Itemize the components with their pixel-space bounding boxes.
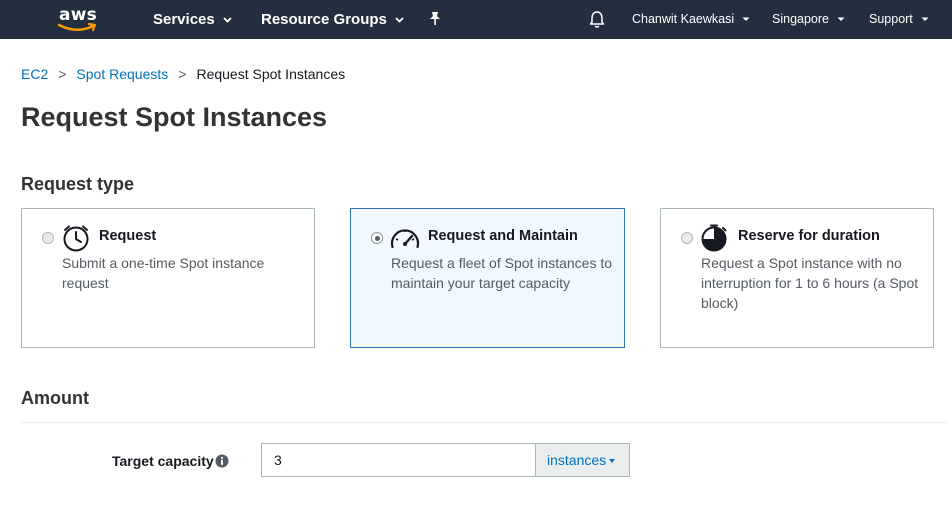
request-radio[interactable] <box>42 232 54 244</box>
reserve-for-duration-option-title: Reserve for duration <box>738 228 880 244</box>
breadcrumb-separator: > <box>178 66 187 82</box>
request-and-maintain-option-title: Request and Maintain <box>428 228 578 244</box>
top-navigation-bar: aws Services Resource Groups Chanwit Kae… <box>0 0 952 39</box>
breadcrumb: EC2 > Spot Requests > Request Spot Instances <box>21 66 345 82</box>
request-option-description: Submit a one-time Spot instance request <box>62 255 265 291</box>
region-menu[interactable]: Singapore <box>772 0 845 39</box>
chevron-down-icon <box>837 17 845 22</box>
chevron-down-icon <box>921 17 929 22</box>
request-type-heading: Request type <box>21 174 135 194</box>
breadcrumb-current: Request Spot Instances <box>196 66 346 82</box>
chevron-down-icon <box>395 17 404 23</box>
resource-groups-menu[interactable]: Resource Groups <box>261 0 404 39</box>
aws-smile-icon <box>57 22 97 32</box>
reserve-for-duration-radio[interactable] <box>681 232 693 244</box>
services-label: Services <box>153 11 215 28</box>
amount-divider <box>21 422 948 423</box>
target-capacity-label: Target capacity <box>112 453 214 469</box>
region-name: Singapore <box>772 12 829 26</box>
breadcrumb-spot-requests-link[interactable]: Spot Requests <box>76 66 168 82</box>
amount-heading: Amount <box>21 388 89 408</box>
aws-logo[interactable]: aws <box>56 5 100 33</box>
support-menu[interactable]: Support <box>869 0 929 39</box>
breadcrumb-separator: > <box>58 66 67 82</box>
page-title: Request Spot Instances <box>21 102 328 132</box>
target-capacity-input[interactable] <box>261 443 535 477</box>
support-label: Support <box>869 12 913 26</box>
user-menu[interactable]: Chanwit Kaewkasi <box>632 0 750 39</box>
capacity-unit-label: instances <box>547 452 607 468</box>
request-option-title: Request <box>99 228 157 244</box>
user-name: Chanwit Kaewkasi <box>632 12 735 26</box>
request-and-maintain-radio[interactable] <box>371 232 383 244</box>
services-menu[interactable]: Services <box>153 0 232 39</box>
reserve-for-duration-option-description: Request a Spot instance with no interrup… <box>701 255 919 311</box>
bell-icon[interactable] <box>588 10 606 34</box>
chevron-down-icon <box>742 17 750 22</box>
caret-down-icon <box>609 459 616 464</box>
pin-icon[interactable] <box>428 11 442 32</box>
capacity-unit-dropdown[interactable]: instances <box>535 443 630 477</box>
chevron-down-icon <box>223 17 232 23</box>
info-icon[interactable] <box>215 454 229 473</box>
breadcrumb-ec2-link[interactable]: EC2 <box>21 66 48 82</box>
resource-groups-label: Resource Groups <box>261 11 387 28</box>
request-and-maintain-option-description: Request a fleet of Spot instances to mai… <box>391 255 613 291</box>
